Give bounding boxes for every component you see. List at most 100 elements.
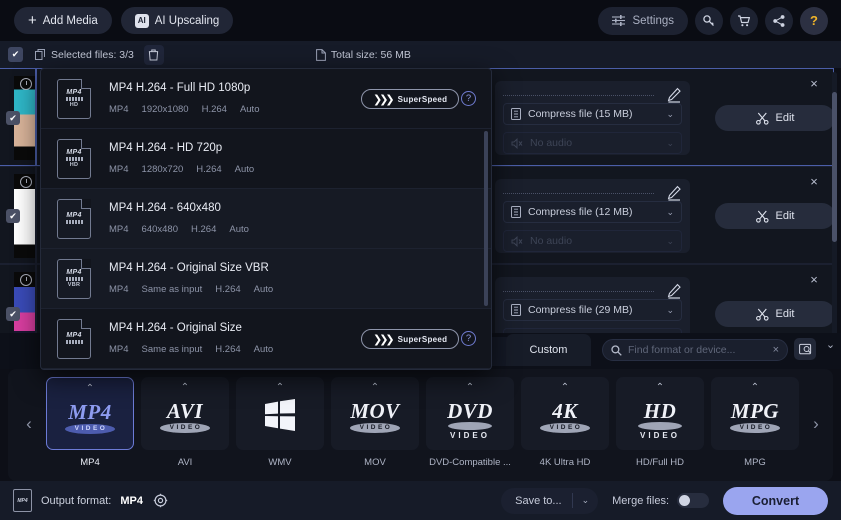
file-checkbox-3[interactable]: ✔ bbox=[6, 307, 20, 321]
bottom-right-actions: Save to... ⌄ Merge files: Convert bbox=[501, 486, 828, 515]
chevron-down-icon: ⌄ bbox=[666, 137, 674, 148]
format-card-mp4[interactable]: ⌃ MP4 VIDEO MP4 bbox=[46, 377, 134, 475]
preset-item-3[interactable]: MP4 MP4 H.264 - 640x480 MP4 640x480 H.26… bbox=[41, 189, 491, 249]
file-list-scrollbar[interactable] bbox=[832, 72, 837, 366]
detect-device-button[interactable] bbox=[794, 338, 816, 360]
format-name-4k: 4K Ultra HD bbox=[539, 457, 591, 468]
chevron-down-icon: ⌄ bbox=[666, 235, 674, 246]
file-thumbnail-1[interactable]: ✔ bbox=[0, 68, 36, 166]
preset-fps: Auto bbox=[253, 344, 274, 355]
save-to-chevron-icon[interactable]: ⌄ bbox=[571, 493, 599, 508]
preset-dropdown[interactable]: MP4 HD MP4 H.264 - Full HD 1080p MP4 192… bbox=[40, 68, 492, 370]
merge-files-toggle[interactable] bbox=[677, 493, 709, 508]
convert-button[interactable]: Convert bbox=[723, 486, 828, 515]
edit-button-3[interactable]: Edit bbox=[715, 301, 835, 327]
preset-help-icon[interactable]: ? bbox=[461, 331, 476, 346]
file-checkbox-2[interactable]: ✔ bbox=[6, 209, 20, 223]
audio-dropdown-2: No audio ⌄ bbox=[503, 230, 682, 252]
preset-icon-top: MP4 bbox=[66, 89, 82, 96]
preset-meta: MP4 640x480 H.264 Auto bbox=[109, 224, 249, 235]
format-card-wmv[interactable]: ⌃ WMV bbox=[236, 377, 324, 475]
preset-item-2[interactable]: MP4 HD MP4 H.264 - HD 720p MP4 1280x720 … bbox=[41, 129, 491, 189]
preset-resolution: Same as input bbox=[141, 284, 203, 295]
save-to-button[interactable]: Save to... ⌄ bbox=[501, 487, 599, 514]
activate-key-button[interactable] bbox=[695, 6, 723, 35]
preset-fps: Auto bbox=[234, 164, 255, 175]
output-format-label: Output format: bbox=[41, 494, 112, 507]
format-card-avi[interactable]: ⌃ AVI VIDEO AVI bbox=[141, 377, 229, 475]
file-thumbnail-2[interactable]: ✔ bbox=[0, 166, 36, 264]
format-track: ⌃ MP4 VIDEO MP4 ⌃ AVI VIDEO AVI ⌃ WMV ⌃ … bbox=[46, 377, 806, 475]
chevron-up-icon: ⌃ bbox=[85, 383, 95, 394]
selected-files-info: Selected files: 3/3 bbox=[35, 49, 134, 61]
format-card-mov[interactable]: ⌃ MOV VIDEO MOV bbox=[331, 377, 419, 475]
search-input[interactable] bbox=[628, 344, 767, 356]
preset-help-icon[interactable]: ? bbox=[461, 91, 476, 106]
format-logo-text: MPG bbox=[730, 399, 780, 423]
settings-button[interactable]: Settings bbox=[598, 6, 688, 35]
format-card-dvd[interactable]: ⌃ DVD VIDEO DVD-Compatible ... bbox=[426, 377, 514, 475]
carousel-next-button[interactable]: › bbox=[807, 412, 825, 436]
share-button[interactable] bbox=[765, 6, 793, 35]
select-all-checkbox[interactable]: ✔ bbox=[8, 47, 23, 62]
format-logo-avi: AVI VIDEO bbox=[141, 401, 229, 433]
edit-button-1[interactable]: Edit bbox=[715, 105, 835, 131]
format-name-dvd: DVD-Compatible ... bbox=[429, 457, 511, 468]
preset-item-1[interactable]: MP4 HD MP4 H.264 - Full HD 1080p MP4 192… bbox=[41, 69, 491, 129]
preset-meta: MP4 1280x720 H.264 Auto bbox=[109, 164, 254, 175]
format-card-4k[interactable]: ⌃ 4K VIDEO 4K Ultra HD bbox=[521, 377, 609, 475]
clear-search-icon[interactable]: × bbox=[773, 344, 779, 356]
format-card-hd[interactable]: ⌃ HD VIDEO HD/Full HD bbox=[616, 377, 704, 475]
remove-file-button-1[interactable]: × bbox=[807, 77, 821, 91]
file-checkbox-1[interactable]: ✔ bbox=[6, 111, 20, 125]
cart-button[interactable] bbox=[730, 6, 758, 35]
collapse-presets-button[interactable]: ⌄ bbox=[822, 336, 839, 353]
preset-item-5[interactable]: MP4 MP4 H.264 - Original Size MP4 Same a… bbox=[41, 309, 491, 369]
delete-selected-button[interactable] bbox=[143, 44, 164, 65]
edit-button-2[interactable]: Edit bbox=[715, 203, 835, 229]
pencil-edit-icon[interactable] bbox=[666, 283, 682, 299]
format-logo-hd: HD VIDEO bbox=[616, 401, 704, 440]
format-card-mpg[interactable]: ⌃ MPG VIDEO MPG bbox=[711, 377, 799, 475]
format-tile-mpg[interactable]: ⌃ MPG VIDEO bbox=[711, 377, 799, 450]
format-tile-4k[interactable]: ⌃ 4K VIDEO bbox=[521, 377, 609, 450]
tab-custom[interactable]: Custom bbox=[506, 334, 591, 366]
compress-file-dropdown-2[interactable]: Compress file (12 MB) ⌄ bbox=[503, 201, 682, 223]
format-tile-dvd[interactable]: ⌃ DVD VIDEO bbox=[426, 377, 514, 450]
scrollbar-thumb[interactable] bbox=[832, 92, 837, 242]
help-button[interactable]: ? bbox=[800, 6, 828, 35]
chevron-up-icon: ⌃ bbox=[560, 382, 570, 393]
double-chevron-icon: ❯❯❯ bbox=[373, 333, 395, 346]
mp4-preset-icon: MP4 bbox=[57, 198, 91, 239]
gear-icon bbox=[153, 493, 168, 508]
remove-file-button-2[interactable]: × bbox=[807, 175, 821, 189]
clock-icon bbox=[20, 78, 32, 90]
add-media-button[interactable]: + Add Media bbox=[14, 7, 112, 34]
format-name-wmv: WMV bbox=[268, 457, 292, 468]
format-tile-mov[interactable]: ⌃ MOV VIDEO bbox=[331, 377, 419, 450]
format-search-box[interactable]: × bbox=[602, 339, 788, 361]
preset-format: MP4 bbox=[109, 224, 129, 235]
output-settings-button[interactable] bbox=[152, 492, 169, 509]
format-tile-avi[interactable]: ⌃ AVI VIDEO bbox=[141, 377, 229, 450]
format-tile-wmv[interactable]: ⌃ bbox=[236, 377, 324, 450]
format-tile-hd[interactable]: ⌃ HD VIDEO bbox=[616, 377, 704, 450]
remove-file-button-3[interactable]: × bbox=[807, 273, 821, 287]
pencil-edit-icon[interactable] bbox=[666, 87, 682, 103]
format-tile-mp4[interactable]: ⌃ MP4 VIDEO bbox=[46, 377, 134, 450]
key-icon bbox=[703, 14, 714, 26]
dropdown-scrollbar[interactable] bbox=[484, 131, 488, 306]
format-name-mp4: MP4 bbox=[80, 457, 100, 468]
pencil-edit-icon[interactable] bbox=[666, 185, 682, 201]
compress-file-dropdown-1[interactable]: Compress file (15 MB) ⌄ bbox=[503, 103, 682, 125]
preset-meta: MP4 Same as input H.264 Auto bbox=[109, 344, 273, 355]
superspeed-label: SuperSpeed bbox=[397, 94, 448, 104]
plus-icon: + bbox=[28, 12, 37, 29]
format-logo-mp4: MP4 VIDEO bbox=[47, 402, 133, 434]
preset-format: MP4 bbox=[109, 344, 129, 355]
ai-upscaling-button[interactable]: AI AI Upscaling bbox=[120, 7, 234, 34]
carousel-prev-button[interactable]: ‹ bbox=[20, 412, 38, 436]
preset-item-4[interactable]: MP4 VBR MP4 H.264 - Original Size VBR MP… bbox=[41, 249, 491, 309]
filename-placeholder bbox=[503, 291, 654, 292]
compress-file-dropdown-3[interactable]: Compress file (29 MB) ⌄ bbox=[503, 299, 682, 321]
